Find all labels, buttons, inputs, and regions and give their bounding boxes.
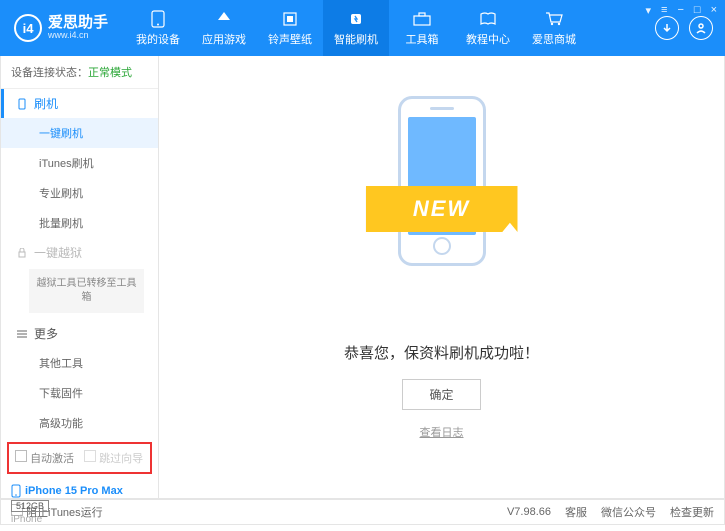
flash-icon [346,10,366,28]
footer-link-wechat[interactable]: 微信公众号 [601,504,656,520]
phone-icon [148,10,168,28]
nav-label: 爱思商城 [532,31,576,47]
lock-group-icon [15,246,29,260]
footer-link-support[interactable]: 客服 [565,504,587,520]
device-type: iPhone [11,514,148,525]
flash-group-icon [15,97,29,111]
main-content: NEW 恭喜您，保资料刷机成功啦！ 确定 查看日志 [159,56,724,498]
sidebar-item-batch[interactable]: 批量刷机 [1,208,158,238]
nav-tab-flash[interactable]: 智能刷机 [323,0,389,56]
device-icon [11,484,21,498]
logo-area: i4 爱思助手 www.i4.cn [0,0,125,56]
book-icon [478,10,498,28]
cart-icon [544,10,564,28]
checkbox-auto-activate[interactable]: 自动激活 [15,450,74,466]
success-message: 恭喜您，保资料刷机成功啦！ [344,342,539,363]
nav-label: 教程中心 [466,31,510,47]
toolbox-icon [412,10,432,28]
nav-tabs: 我的设备 应用游戏 铃声壁纸 智能刷机 工具箱 教程中心 爱思商城 [125,0,655,56]
ok-button[interactable]: 确定 [402,379,480,410]
lock-icon[interactable]: ≡ [661,4,667,17]
device-storage-badge: 512GB [11,500,49,512]
user-button[interactable] [689,16,713,40]
nav-tab-tutorial[interactable]: 教程中心 [455,0,521,56]
nav-tab-ringtones[interactable]: 铃声壁纸 [257,0,323,56]
device-name[interactable]: iPhone 15 Pro Max [11,484,148,498]
app-url: www.i4.cn [48,31,108,41]
app-title: 爱思助手 [48,15,108,32]
maximize-button[interactable]: □ [694,4,701,17]
apps-icon [214,10,234,28]
sidebar-item-oneclick[interactable]: 一键刷机 [1,118,158,148]
checkbox-skip-guide[interactable]: 跳过向导 [84,450,143,466]
minimize-button[interactable]: − [677,4,683,17]
sidebar-item-advanced[interactable]: 高级功能 [1,408,158,438]
nav-label: 应用游戏 [202,31,246,47]
new-ribbon: NEW [366,186,518,232]
sidebar: 设备连接状态：正常模式 刷机 一键刷机 iTunes刷机 专业刷机 批量刷机 一… [1,56,159,498]
nav-tab-apps[interactable]: 应用游戏 [191,0,257,56]
nav-tab-device[interactable]: 我的设备 [125,0,191,56]
highlight-box: 自动激活 跳过向导 [7,442,152,474]
connection-status: 设备连接状态：正常模式 [1,56,158,89]
sidebar-group-more[interactable]: 更多 [1,319,158,348]
app-header: i4 爱思助手 www.i4.cn 我的设备 应用游戏 铃声壁纸 智能刷机 工具… [0,0,725,56]
footer-link-update[interactable]: 检查更新 [670,504,714,520]
nav-label: 我的设备 [136,31,180,47]
more-group-icon [15,327,29,341]
wallpaper-icon [280,10,300,28]
jailbreak-note: 越狱工具已转移至工具箱 [29,269,144,313]
nav-tab-toolbox[interactable]: 工具箱 [389,0,455,56]
version-label: V7.98.66 [507,506,551,518]
download-button[interactable] [655,16,679,40]
sidebar-item-pro[interactable]: 专业刷机 [1,178,158,208]
device-info: iPhone 15 Pro Max 512GB iPhone [1,478,158,531]
nav-tab-store[interactable]: 爱思商城 [521,0,587,56]
sidebar-item-itunes[interactable]: iTunes刷机 [1,148,158,178]
app-logo-icon: i4 [14,14,42,42]
sidebar-item-other[interactable]: 其他工具 [1,348,158,378]
window-controls: ▾ ≡ − □ × [646,4,717,17]
nav-label: 工具箱 [406,31,439,47]
menu-icon[interactable]: ▾ [646,4,652,17]
sidebar-group-jailbreak: 一键越狱 [1,238,158,267]
sidebar-group-flash[interactable]: 刷机 [1,89,158,118]
nav-label: 铃声壁纸 [268,31,312,47]
success-illustration: NEW [372,96,512,316]
sidebar-item-firmware[interactable]: 下载固件 [1,378,158,408]
close-button[interactable]: × [711,4,717,17]
view-log-link[interactable]: 查看日志 [420,424,464,440]
nav-label: 智能刷机 [334,31,378,47]
